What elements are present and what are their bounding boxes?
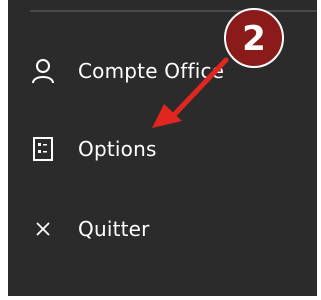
person-icon xyxy=(30,58,56,84)
menu-item-compte-office[interactable]: Compte Office xyxy=(8,46,317,96)
menu-item-label: Options xyxy=(78,137,157,161)
menu-item-quitter[interactable]: Quitter xyxy=(8,204,317,254)
menu-item-label: Quitter xyxy=(78,217,150,241)
menu-item-label: Compte Office xyxy=(78,59,225,83)
menu-item-options[interactable]: Options xyxy=(8,124,317,174)
close-icon xyxy=(30,216,56,242)
menu-divider xyxy=(30,10,317,12)
options-icon xyxy=(30,136,56,162)
